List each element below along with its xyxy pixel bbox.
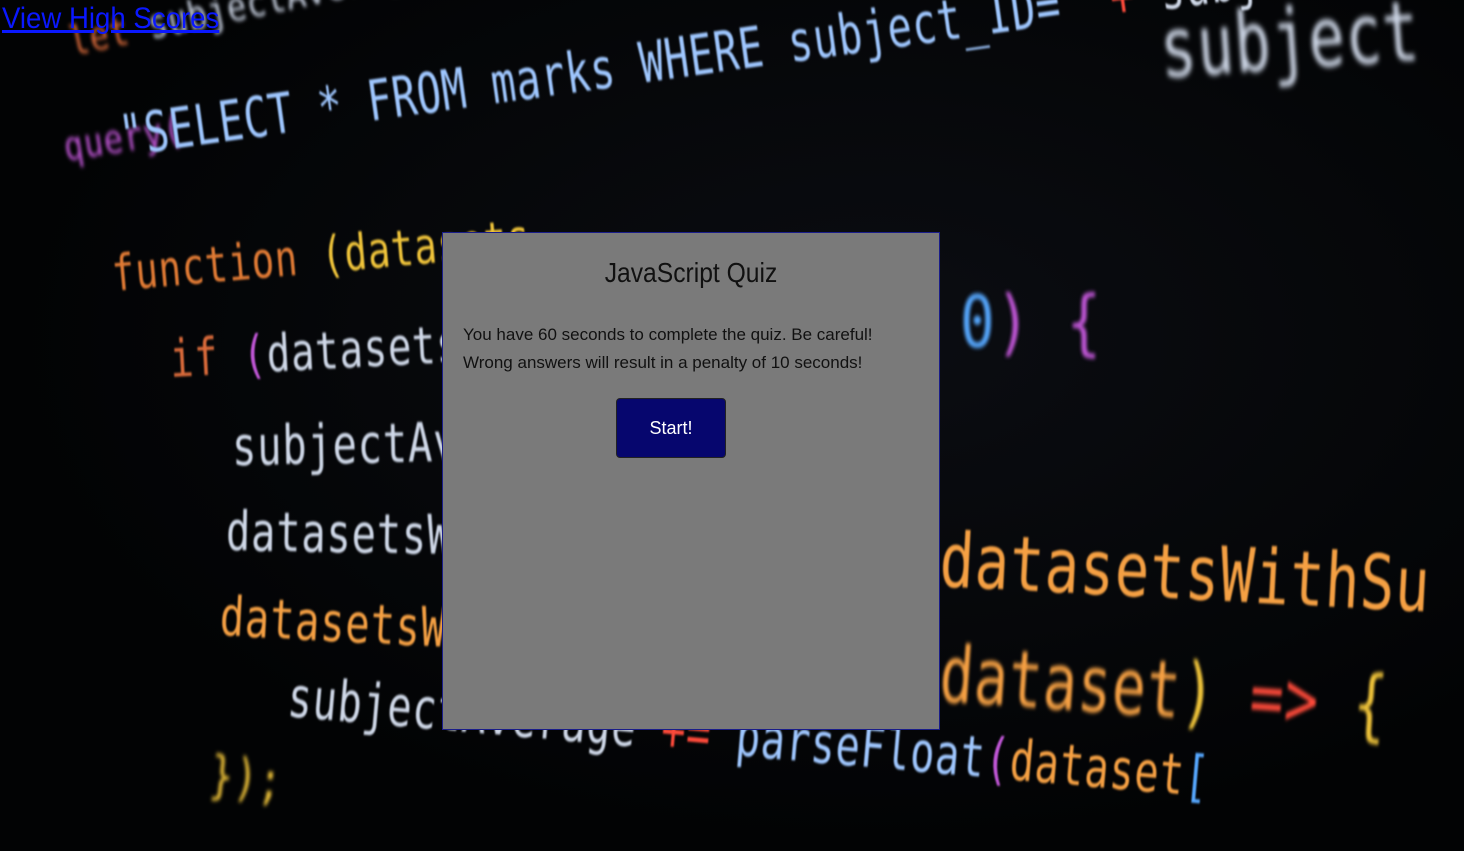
quiz-title: JavaScript Quiz	[604, 257, 778, 288]
code-line: subject	[1156, 0, 1423, 98]
code-line: datasetsWithSu	[937, 515, 1433, 630]
code-line: 0) {	[960, 280, 1102, 364]
quiz-card: JavaScript Quiz You have 60 seconds to c…	[442, 232, 940, 730]
view-high-scores-link[interactable]: View High Scores	[2, 2, 219, 35]
quiz-description: You have 60 seconds to complete the quiz…	[463, 325, 873, 372]
start-button[interactable]: Start!	[616, 398, 726, 458]
code-line: });	[206, 745, 286, 813]
code-line: "SELECT * FROM marks WHERE subject_ID=" …	[115, 0, 1337, 170]
